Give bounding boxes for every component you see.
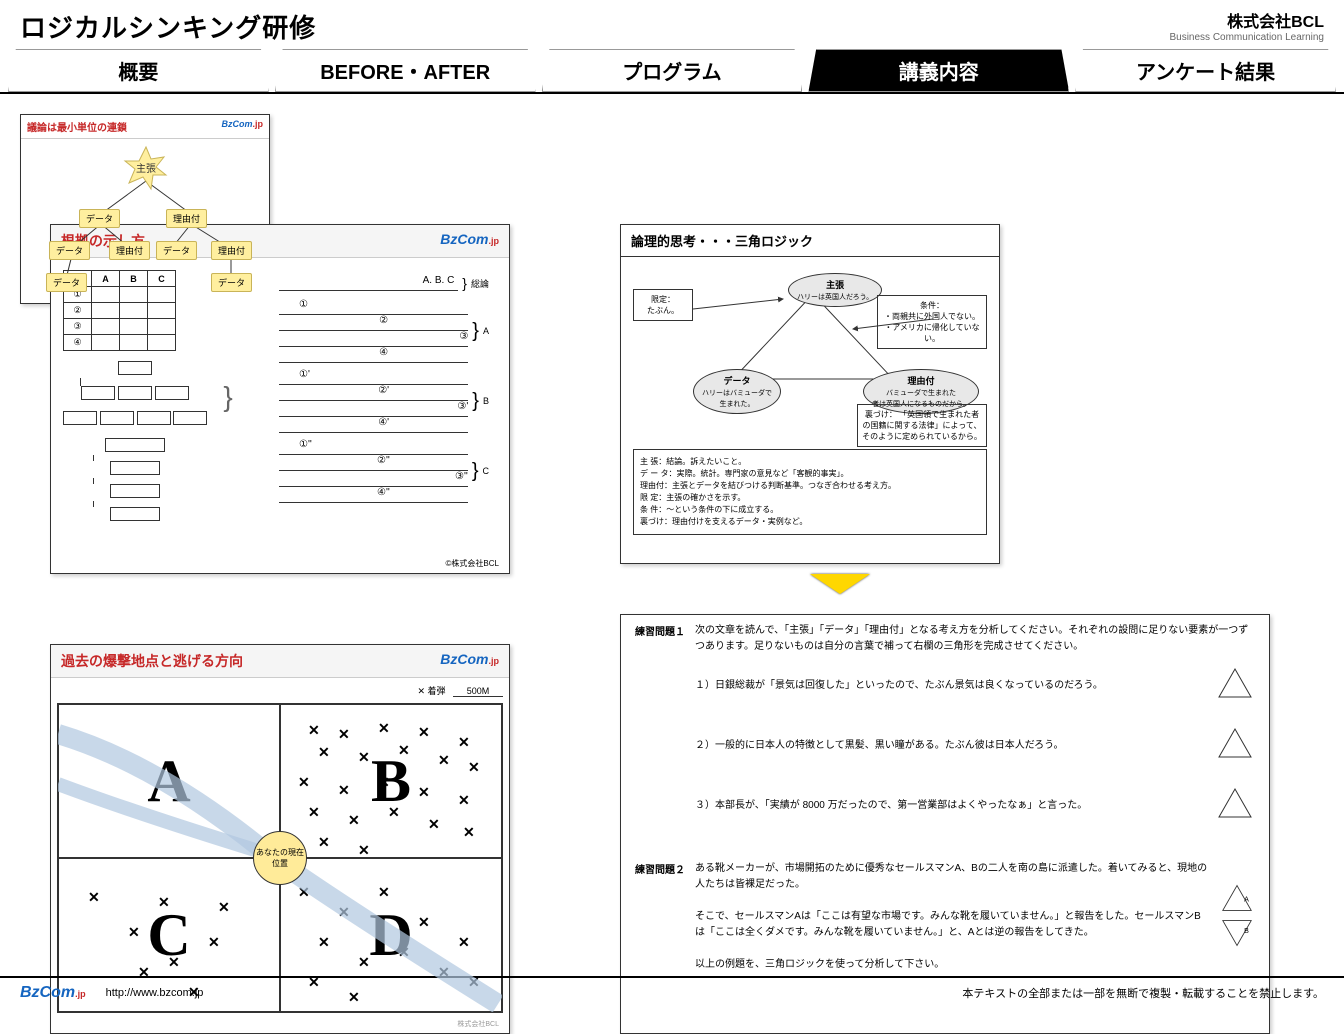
node-data: データハリーはバミューダで 生まれた。 bbox=[693, 369, 781, 414]
definitions-box: 主 張：結論。訴えたいこと。デ ー タ：実際。統計。専門家の意見など「客観的事実… bbox=[633, 449, 987, 535]
panel1-right: A. B. C } 総論 ①②③④}A①'②'③'④'}B①''②''③''④'… bbox=[279, 275, 489, 509]
company-sub: Business Communication Learning bbox=[1169, 32, 1324, 43]
panel-exercises: 練習問題１ 次の文章を読んで、「主張」「データ」「理由付」となる考え方を分析して… bbox=[620, 614, 1270, 1034]
panel4-body: 主張 データ 理由付 データ 理由付 データ 理由付 データ データ bbox=[21, 139, 269, 299]
map-legend: ✕ 着弾 500M bbox=[57, 684, 503, 697]
panel-triangle-logic: 論理的思考・・・三角ロジック 主張ハリーは英国人だろう。 限定： たぶん。 条件… bbox=[620, 224, 1000, 564]
center-marker: あなたの現在位置 bbox=[253, 831, 307, 885]
bzcom-logo: BzCom.jp bbox=[440, 231, 499, 251]
content-area: 根拠の示し方 BzCom.jp ABC ① ② ③ ④ bbox=[0, 94, 1344, 324]
panel2-body: ✕ 着弾 500M A B C D あなたの現在位置 ✕✕✕✕✕✕✕✕✕✕✕✕✕… bbox=[51, 678, 509, 1019]
tab-program[interactable]: プログラム bbox=[542, 49, 803, 92]
tab-before-after[interactable]: BEFORE・AFTER bbox=[275, 49, 536, 92]
down-arrow-icon bbox=[810, 574, 870, 594]
exercise-1: 練習問題１ 次の文章を読んで、「主張」「データ」「理由付」となる考え方を分析して… bbox=[621, 615, 1269, 853]
panel2-title: 過去の爆撃地点と逃げる方向 BzCom.jp bbox=[51, 645, 509, 678]
bzcom-logo: BzCom.jp bbox=[440, 651, 499, 671]
node-backing: 裏づけ： 「英国領で生まれた者の国籍に関する法律」によって、そのように定められて… bbox=[857, 404, 987, 447]
page-title: ロジカルシンキング研修 bbox=[20, 8, 316, 45]
tab-bar: 概要 BEFORE・AFTER プログラム 講義内容 アンケート結果 bbox=[0, 45, 1344, 94]
company-block: 株式会社BCL Business Communication Learning bbox=[1169, 8, 1324, 43]
tab-overview[interactable]: 概要 bbox=[8, 49, 269, 92]
panel3-title: 論理的思考・・・三角ロジック bbox=[621, 225, 999, 257]
node-limit: 限定： たぶん。 bbox=[633, 289, 693, 321]
panel1-body: ABC ① ② ③ ④ bbox=[51, 258, 509, 536]
panel-chain: 議論は最小単位の連鎖BzCom.jp 主張 データ 理由付 データ 理由付 デー… bbox=[20, 114, 270, 304]
exercise-2: 練習問題２ ある靴メーカーが、市場開拓のために優秀なセールスマンA、Bの二人を南… bbox=[621, 853, 1269, 981]
tab-lecture[interactable]: 講義内容 bbox=[808, 49, 1069, 92]
node-claim: 主張ハリーは英国人だろう。 bbox=[788, 273, 882, 307]
header: ロジカルシンキング研修 株式会社BCL Business Communicati… bbox=[0, 0, 1344, 45]
star-label: 主張 bbox=[136, 163, 156, 175]
svg-text:B: B bbox=[1244, 927, 1249, 935]
svg-text:A: A bbox=[1244, 896, 1249, 904]
footer-notice: 本テキストの全部または一部を無断で複製・転載することを禁止します。 bbox=[962, 985, 1324, 1001]
tree-diagram bbox=[63, 361, 207, 524]
panel-bombing-map: 過去の爆撃地点と逃げる方向 BzCom.jp ✕ 着弾 500M A B C D… bbox=[50, 644, 510, 1034]
node-cond: 条件： ・両親共に外国人でない。 ・アメリカに帰化していない。 bbox=[877, 295, 987, 349]
company-name: 株式会社BCL bbox=[1169, 8, 1324, 32]
quadrant-map: A B C D あなたの現在位置 ✕✕✕✕✕✕✕✕✕✕✕✕✕✕✕✕✕✕✕✕✕✕✕… bbox=[57, 703, 503, 1013]
panel1-copyright: ©株式会社BCL bbox=[446, 558, 499, 569]
tab-survey[interactable]: アンケート結果 bbox=[1075, 49, 1336, 92]
panel3-body: 主張ハリーは英国人だろう。 限定： たぶん。 条件： ・両親共に外国人でない。 … bbox=[621, 257, 999, 547]
